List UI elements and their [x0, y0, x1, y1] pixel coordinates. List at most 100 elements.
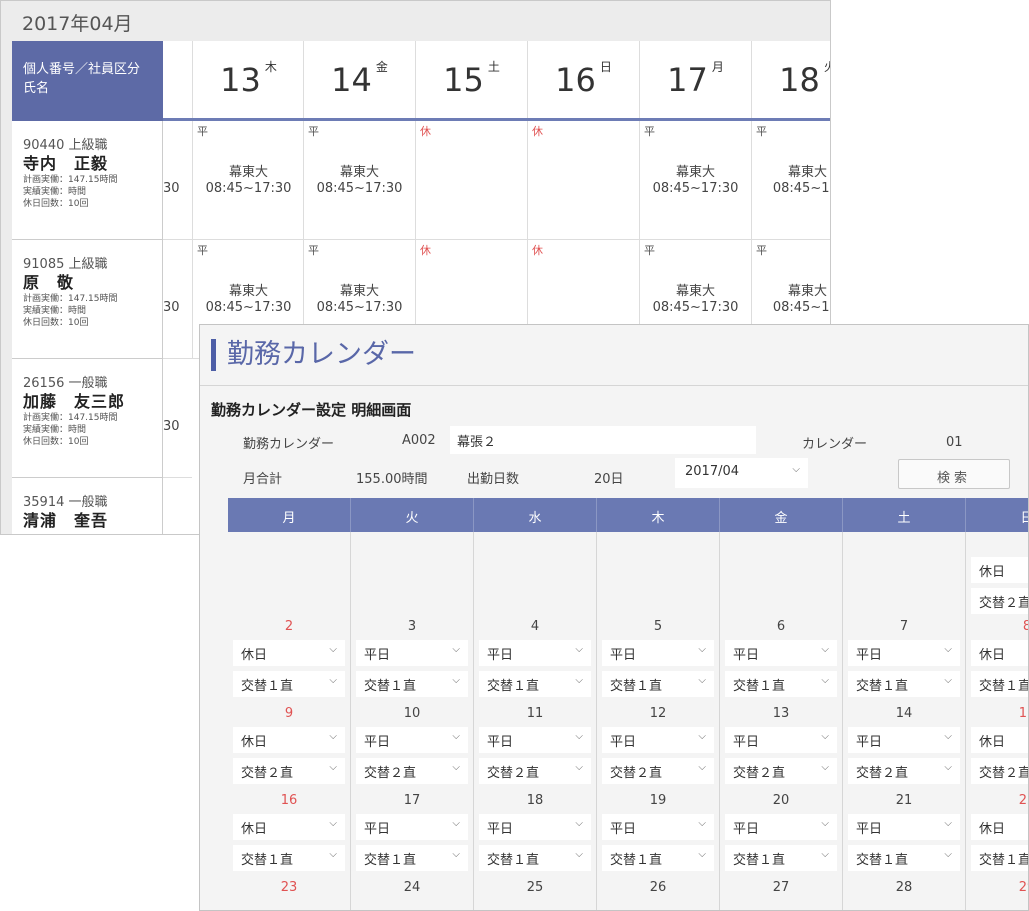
day-type-select[interactable]: 平日 ⌵: [602, 814, 714, 840]
shift-select[interactable]: 交替１直 ⌵: [479, 671, 591, 697]
shift-cell[interactable]: 30: [163, 240, 192, 359]
weekday-label: 金: [375, 60, 388, 74]
shift-cell[interactable]: 休: [415, 121, 527, 240]
day-type-label: 平: [197, 125, 208, 138]
shift-select[interactable]: 交替１直 ⌵: [356, 671, 468, 697]
weekday-label: 火: [824, 60, 830, 74]
day-type-select[interactable]: 平日 ⌵: [479, 814, 591, 840]
chevron-down-icon: ⌵: [698, 644, 706, 655]
day-type-select[interactable]: 休日: [971, 814, 1028, 840]
shift-select[interactable]: 交替１直: [971, 671, 1028, 697]
shift-select[interactable]: 交替１直 ⌵: [602, 671, 714, 697]
day-type-select[interactable]: 平日 ⌵: [356, 640, 468, 666]
day-type-label: 平: [644, 244, 655, 257]
shift-cell[interactable]: 休: [527, 121, 639, 240]
day-type-select[interactable]: 休日: [971, 727, 1028, 753]
day-type-select[interactable]: 平日 ⌵: [848, 727, 960, 753]
date-number: 15: [1018, 706, 1028, 721]
date-number: 19: [649, 793, 667, 808]
shift-select[interactable]: 交替２直: [971, 758, 1028, 784]
day-type-select[interactable]: 休日: [971, 557, 1028, 583]
employee-name: 清浦 奎吾: [23, 511, 109, 530]
day-type-select[interactable]: 平日 ⌵: [725, 727, 837, 753]
shift-cell[interactable]: 平幕東大08:45~17:: [751, 121, 830, 240]
day-type-select[interactable]: 平日 ⌵: [602, 727, 714, 753]
shift-select[interactable]: 交替１直 ⌵: [725, 671, 837, 697]
weekday-label: 木: [264, 60, 277, 74]
shift-select[interactable]: 交替１直 ⌵: [602, 845, 714, 871]
shift-select[interactable]: 交替２直 ⌵: [356, 758, 468, 784]
shift-value: 交替２直: [856, 766, 909, 781]
shift-cell[interactable]: 30: [163, 121, 192, 240]
shift-time-fragment: 30: [163, 181, 180, 196]
shift-cell[interactable]: 平幕東大 08:45~17:30: [639, 121, 751, 240]
shift-select[interactable]: 交替１直 ⌵: [479, 845, 591, 871]
chevron-down-icon: ⌵: [329, 762, 337, 773]
shift-cell[interactable]: 平幕東大 08:45~17:30: [303, 121, 415, 240]
day-type-select[interactable]: 平日 ⌵: [725, 640, 837, 666]
chevron-down-icon: ⌵: [575, 731, 583, 742]
day-type-select[interactable]: 平日 ⌵: [356, 727, 468, 753]
day-type-value: 平日: [733, 648, 760, 663]
date-number: 29: [1018, 880, 1028, 895]
day-type-select[interactable]: 平日 ⌵: [356, 814, 468, 840]
shift-cell[interactable]: 平幕東大 08:45~17:30: [192, 121, 304, 240]
work-location: 幕東大: [787, 284, 827, 299]
month-select[interactable]: 2017/04 ⌵: [675, 458, 808, 488]
shift-select[interactable]: 交替１直 ⌵: [233, 671, 345, 697]
employee-row[interactable]: 91085 上級職原 敬計画実働：147.15時間 実績実働：時間 休日回数：10回: [12, 240, 163, 359]
date-number: 27: [772, 880, 790, 895]
date-header-row: 13木14金15土16日17月18火: [163, 41, 830, 121]
shift-select[interactable]: 交替１直 ⌵: [725, 845, 837, 871]
chevron-down-icon: ⌵: [575, 644, 583, 655]
day-type-label: 平: [197, 244, 208, 257]
shift-select[interactable]: 交替１直 ⌵: [848, 845, 960, 871]
chevron-down-icon: ⌵: [944, 675, 952, 686]
date-number: 22: [1018, 793, 1028, 808]
column-divider: [719, 532, 720, 910]
date-number: 1: [1024, 532, 1028, 547]
day-type-select[interactable]: 休日: [971, 640, 1028, 666]
shift-value: 交替１直: [610, 679, 663, 694]
day-type-value: 平日: [610, 735, 637, 750]
search-button[interactable]: 検索: [898, 459, 1010, 489]
employee-row[interactable]: 26156 一般職 加藤 友三郎 計画実働：147.15時間 実績実働：時間 休日回数：…: [12, 359, 163, 478]
day-type-select[interactable]: 休日 ⌵: [233, 640, 345, 666]
shift-select[interactable]: 交替２直 ⌵: [848, 758, 960, 784]
shift-select[interactable]: 交替２直 ⌵: [233, 758, 345, 784]
day-type-select[interactable]: 平日 ⌵: [602, 640, 714, 666]
calendar-name-field[interactable]: 幕張２: [450, 426, 756, 454]
day-type-select[interactable]: 休日 ⌵: [233, 727, 345, 753]
day-type-select[interactable]: 平日 ⌵: [479, 727, 591, 753]
shift-cell[interactable]: [163, 478, 192, 534]
date-number: 25: [526, 880, 544, 895]
employee-row[interactable]: 90440 上級職 寺内 正毅 計画実働：147.15時間 実績実働：時間 休日回数：1…: [12, 121, 163, 240]
day-type-select[interactable]: 平日 ⌵: [479, 640, 591, 666]
shift-select[interactable]: 交替２直: [971, 588, 1028, 614]
shift-select[interactable]: 交替１直 ⌵: [356, 845, 468, 871]
shift-select[interactable]: 交替１直: [971, 845, 1028, 871]
weekday-header-日: 日: [966, 498, 1028, 532]
employee-row[interactable]: 35914 一般職 清浦 奎吾: [12, 478, 163, 534]
day-type-select[interactable]: 平日 ⌵: [848, 640, 960, 666]
employee-name: 寺内 正毅: [23, 154, 109, 173]
day-type-select[interactable]: 休日 ⌵: [233, 814, 345, 840]
shift-select[interactable]: 交替２直 ⌵: [479, 758, 591, 784]
day-type-select[interactable]: 平日 ⌵: [848, 814, 960, 840]
shift-select[interactable]: 交替１直 ⌵: [848, 671, 960, 697]
day-type-select[interactable]: 平日 ⌵: [725, 814, 837, 840]
work-hours: 08:45~17:30: [652, 300, 739, 315]
shift-select[interactable]: 交替１直 ⌵: [233, 845, 345, 871]
chevron-down-icon: ⌵: [452, 818, 460, 829]
date-number: 3: [407, 619, 417, 634]
work-hours: 08:45~17:30: [205, 181, 292, 196]
shift-select[interactable]: 交替２直 ⌵: [725, 758, 837, 784]
date-number: 16: [280, 793, 298, 808]
shift-time-fragment: 30: [163, 419, 180, 434]
date-number: 9: [284, 706, 294, 721]
shift-cell[interactable]: 30: [163, 359, 192, 478]
monthly-total-label: 月合計: [243, 472, 283, 487]
shift-select[interactable]: 交替２直 ⌵: [602, 758, 714, 784]
weekday-header-火: 火: [351, 498, 474, 532]
date-number: 21: [895, 793, 913, 808]
